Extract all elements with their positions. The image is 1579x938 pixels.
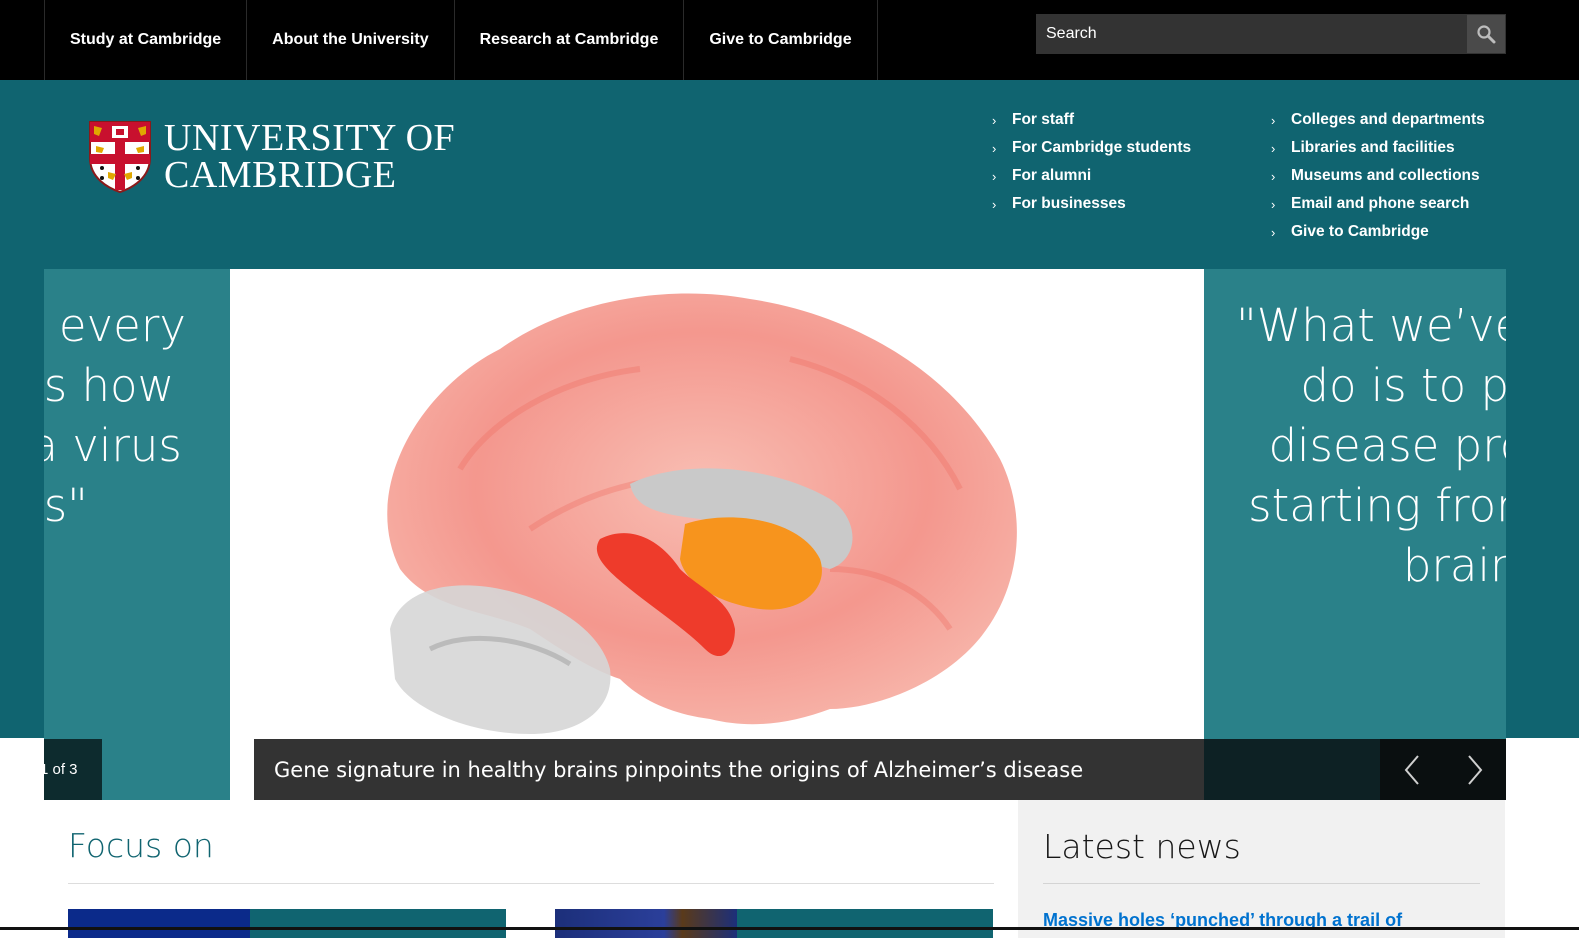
focus-card-image bbox=[555, 909, 737, 938]
focus-on-heading: Focus on bbox=[68, 826, 214, 865]
chevron-right-icon: › bbox=[1271, 224, 1276, 240]
latest-news-panel: Latest news Massive holes ‘punched’ thro… bbox=[1018, 800, 1505, 938]
news-divider bbox=[1043, 883, 1480, 884]
next-slide-button[interactable] bbox=[1455, 750, 1495, 790]
chevron-right-icon: › bbox=[1271, 196, 1276, 212]
quick-link-label: Email and phone search bbox=[1291, 195, 1470, 212]
previous-slide-panel[interactable]: n every es how a virus es" bbox=[44, 269, 230, 800]
quick-link-label: Give to Cambridge bbox=[1291, 223, 1429, 240]
search-input[interactable] bbox=[1036, 14, 1467, 54]
topnav-give[interactable]: Give to Cambridge bbox=[684, 0, 878, 80]
previous-slide-button[interactable] bbox=[1392, 750, 1432, 790]
latest-news-heading: Latest news bbox=[1043, 827, 1241, 866]
quick-link-businesses[interactable]: › For businesses bbox=[992, 190, 1191, 218]
hero-carousel: n every es how a virus es" "What we’ve t… bbox=[44, 269, 1506, 800]
previous-slide-quote: n every es how a virus es" bbox=[44, 299, 186, 532]
chevron-right-icon: › bbox=[1271, 168, 1276, 184]
topnav-study[interactable]: Study at Cambridge bbox=[45, 0, 248, 80]
focus-card[interactable] bbox=[555, 909, 993, 938]
quick-link-alumni[interactable]: › For alumni bbox=[992, 162, 1191, 190]
brain-illustration bbox=[387, 293, 1017, 734]
window-bottom-edge bbox=[0, 927, 1579, 930]
quick-link-libraries[interactable]: › Libraries and facilities bbox=[1271, 134, 1485, 162]
logo-line-2: CAMBRIDGE bbox=[164, 154, 397, 196]
current-slide-image[interactable] bbox=[230, 269, 1204, 739]
quick-links-right: › Colleges and departments › Libraries and… bbox=[1271, 106, 1485, 246]
next-slide-panel[interactable]: "What we’ve t do is to pre disease prog … bbox=[1204, 269, 1506, 739]
chevron-right-icon: › bbox=[992, 140, 997, 156]
focus-card-image bbox=[68, 909, 250, 938]
quick-link-label: For alumni bbox=[1012, 167, 1092, 184]
chevron-right-icon: › bbox=[992, 112, 997, 128]
university-logo[interactable]: UNIVERSITY OF CAMBRIDGE bbox=[88, 117, 456, 196]
top-bar: Study at Cambridge About the University … bbox=[0, 0, 1579, 80]
quick-link-students[interactable]: › For Cambridge students bbox=[992, 134, 1191, 162]
quick-link-colleges[interactable]: › Colleges and departments bbox=[1271, 106, 1485, 134]
focus-card[interactable] bbox=[68, 909, 506, 938]
top-nav: Study at Cambridge About the University … bbox=[44, 0, 878, 80]
quick-link-label: Museums and collections bbox=[1291, 167, 1480, 184]
search-icon bbox=[1477, 25, 1496, 44]
logo-line-1: UNIVERSITY OF bbox=[164, 117, 456, 159]
next-slide-quote: "What we’ve t do is to pre disease prog … bbox=[1236, 299, 1506, 592]
quick-link-label: For Cambridge students bbox=[1012, 139, 1192, 156]
slide-counter: 1 of 3 bbox=[44, 739, 102, 800]
quick-link-label: Libraries and facilities bbox=[1291, 139, 1455, 156]
chevron-right-icon: › bbox=[992, 168, 997, 184]
quick-link-museums[interactable]: › Museums and collections bbox=[1271, 162, 1485, 190]
quick-link-give[interactable]: › Give to Cambridge bbox=[1271, 218, 1485, 246]
coat-of-arms-icon bbox=[89, 121, 151, 194]
topnav-about[interactable]: About the University bbox=[247, 0, 455, 80]
topnav-research[interactable]: Research at Cambridge bbox=[455, 0, 685, 80]
slide-caption[interactable]: Gene signature in healthy brains pinpoin… bbox=[254, 739, 1204, 800]
quick-link-label: For businesses bbox=[1012, 195, 1126, 212]
chevron-right-icon: › bbox=[1271, 140, 1276, 156]
quick-link-staff[interactable]: › For staff bbox=[992, 106, 1191, 134]
quick-links-left: › For staff › For Cambridge students › For … bbox=[992, 106, 1191, 218]
search-box bbox=[1036, 14, 1506, 54]
search-button[interactable] bbox=[1467, 15, 1505, 53]
chevron-right-icon bbox=[1467, 754, 1482, 785]
carousel-controls bbox=[1380, 739, 1506, 800]
quick-link-label: Colleges and departments bbox=[1291, 111, 1485, 128]
focus-divider bbox=[68, 883, 994, 884]
chevron-left-icon bbox=[1404, 754, 1419, 785]
quick-link-label: For staff bbox=[1012, 111, 1074, 128]
chevron-right-icon: › bbox=[992, 196, 997, 212]
chevron-right-icon: › bbox=[1271, 112, 1276, 128]
logo-wordmark: UNIVERSITY OF CAMBRIDGE bbox=[164, 117, 456, 196]
quick-link-email-search[interactable]: › Email and phone search bbox=[1271, 190, 1485, 218]
slide-counter-text: 1 of 3 bbox=[44, 761, 78, 778]
